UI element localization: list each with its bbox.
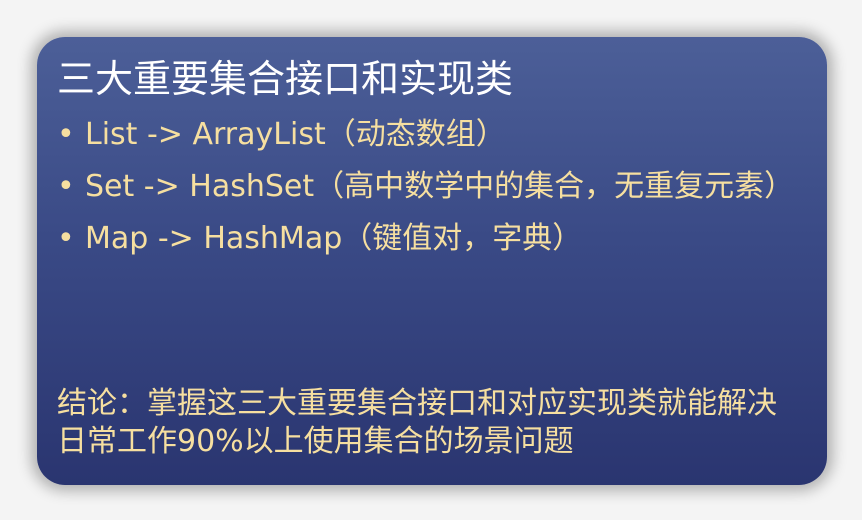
bullet-item-list: • List -> ArrayList（动态数组） [57,113,805,157]
bullet-text: Map -> HashMap（键值对，字典） [85,221,583,256]
bullet-marker: • [57,169,75,204]
bullet-marker: • [57,117,75,152]
bullet-item-set: • Set -> HashSet（高中数学中的集合，无重复元素） [57,165,805,209]
bullet-marker: • [57,221,75,256]
bullet-text: List -> ArrayList（动态数组） [85,117,506,152]
bullet-list: • List -> ArrayList（动态数组） • Set -> HashSet… [57,113,805,261]
bullet-text: Set -> HashSet（高中数学中的集合，无重复元素） [85,169,795,204]
slide-title: 三大重要集合接口和实现类 [57,57,514,101]
conclusion-text: 结论：掌握这三大重要集合接口和对应实现类就能解决日常工作90%以上使用集合的场景… [57,386,777,459]
slide-card: 三大重要集合接口和实现类 • List -> ArrayList（动态数组） • S… [37,37,827,485]
bullet-item-map: • Map -> HashMap（键值对，字典） [57,217,805,261]
